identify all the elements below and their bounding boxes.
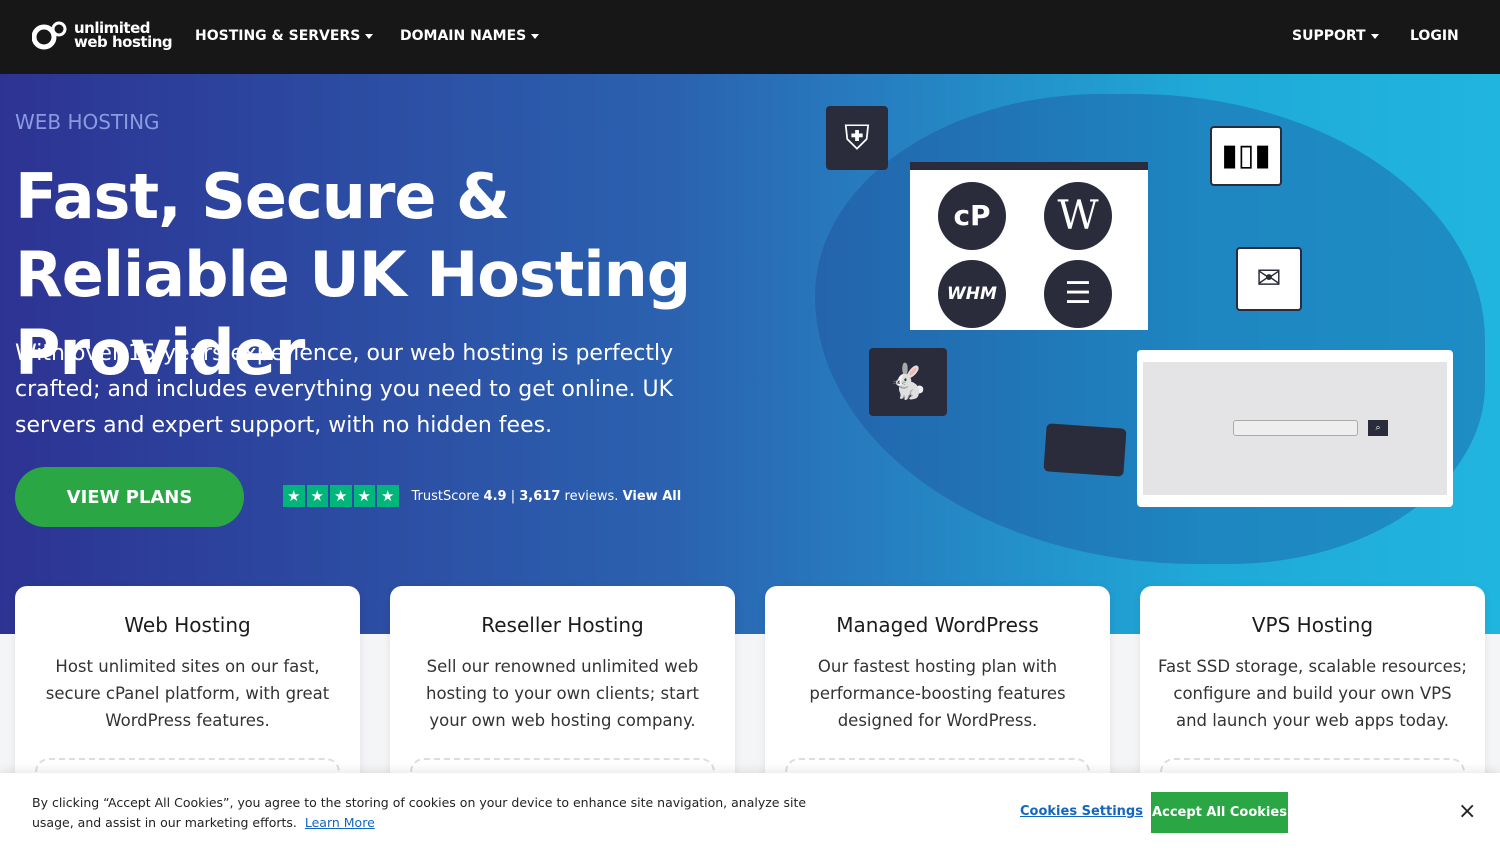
control-panel-window: cP W WHM ☰	[910, 162, 1148, 330]
card-web-hosting[interactable]: Web Hosting Host unlimited sites on our f…	[15, 586, 360, 798]
star-icon: ★	[283, 485, 305, 507]
view-plans-button[interactable]: VIEW PLANS	[15, 467, 244, 527]
close-icon[interactable]: ×	[1458, 799, 1476, 824]
server-icon: ☰	[1044, 260, 1112, 328]
card-title: VPS Hosting	[1251, 613, 1374, 637]
search-icon: ⌕	[1368, 420, 1388, 436]
cookie-message: By clicking “Accept All Cookies”, you ag…	[32, 795, 807, 830]
card-title: Web Hosting	[124, 613, 251, 637]
card-title: Reseller Hosting	[481, 613, 644, 637]
card-managed-wordpress[interactable]: Managed WordPress Our fastest hosting pla…	[765, 586, 1110, 798]
star-icon: ★	[353, 485, 375, 507]
hero-lead: With over 15 years experience, our web h…	[15, 341, 674, 438]
mail-icon: ✉	[1236, 247, 1302, 311]
eyebrow: WEB HOSTING	[15, 110, 160, 134]
card-title: Managed WordPress	[836, 613, 1039, 637]
card-text: Host unlimited sites on our fast, secure…	[45, 657, 330, 730]
star-icon: ★	[377, 485, 399, 507]
nav-label: HOSTING & SERVERS	[195, 28, 361, 44]
card-reseller-hosting[interactable]: Reseller Hosting Sell our renowned unlimi…	[390, 586, 735, 798]
whm-icon: WHM	[938, 260, 1006, 328]
star-icon: ★	[306, 485, 328, 507]
nav-label: SUPPORT	[1292, 28, 1366, 44]
bar-chart-icon: ▮▯▮	[1210, 126, 1282, 186]
star-icon: ★	[330, 485, 352, 507]
caret-down-icon	[1370, 33, 1379, 39]
wordpress-icon: W	[1044, 182, 1112, 250]
view-all-link[interactable]: View All	[623, 489, 682, 504]
trust-text: TrustScore 4.9 | 3,617 reviews. View All	[411, 488, 682, 504]
card-text: Fast SSD storage, scalable resources; co…	[1158, 657, 1467, 730]
logo[interactable]: unlimited web hosting	[32, 20, 173, 51]
caret-down-icon	[531, 33, 540, 39]
nav-hosting-servers[interactable]: HOSTING & SERVERS	[195, 28, 374, 44]
learn-more-link[interactable]: Learn More	[305, 815, 375, 830]
cookies-settings-button[interactable]: Cookies Settings	[1020, 804, 1143, 819]
nav-login[interactable]: LOGIN	[1410, 28, 1459, 44]
cookie-banner: By clicking “Accept All Cookies”, you ag…	[0, 773, 1500, 855]
shield-icon: ⛨	[826, 106, 888, 170]
search-bar	[1233, 420, 1358, 436]
trustpilot-widget[interactable]: ★ ★ ★ ★ ★ TrustScore 4.9 | 3,617 reviews. Vi…	[283, 485, 681, 507]
nav-support[interactable]: SUPPORT	[1292, 28, 1379, 44]
caret-down-icon	[365, 33, 374, 39]
card-vps-hosting[interactable]: VPS Hosting Fast SSD storage, scalable re…	[1140, 586, 1485, 798]
trust-stars: ★ ★ ★ ★ ★	[283, 485, 399, 507]
nav-domain-names[interactable]: DOMAIN NAMES	[400, 28, 540, 44]
cpanel-icon: cP	[938, 182, 1006, 250]
logo-icon	[32, 21, 67, 50]
logo-text-2: web hosting	[74, 33, 173, 51]
card-text: Our fastest hosting plan with performanc…	[809, 657, 1066, 730]
card-text: Sell our renowned unlimited web hosting …	[426, 657, 699, 730]
hero: WEB HOSTING Fast, Secure & Reliable UK H…	[0, 74, 1500, 634]
browser-window: ⌕	[1137, 350, 1453, 507]
nav-label: DOMAIN NAMES	[400, 28, 527, 44]
accept-all-cookies-button[interactable]: Accept All Cookies	[1151, 792, 1288, 833]
top-nav: unlimited web hosting HOSTING & SERVERS D…	[0, 0, 1500, 74]
rabbit-speed-icon: 🐇	[869, 348, 947, 416]
credit-card	[1043, 423, 1127, 477]
